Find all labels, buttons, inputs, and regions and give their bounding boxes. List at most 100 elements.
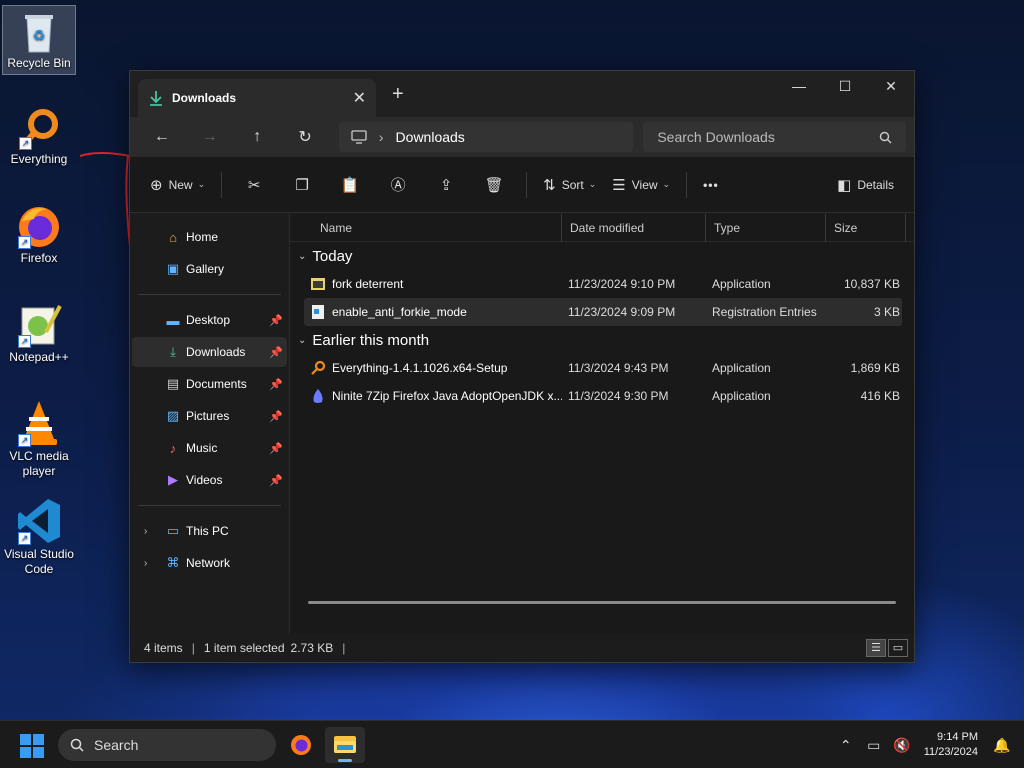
close-window-button[interactable]: ✕: [868, 71, 914, 103]
group-header-today[interactable]: ⌄ Today: [290, 242, 914, 270]
desktop-icon-recycle-bin[interactable]: ♻ Recycle Bin: [2, 5, 76, 75]
download-icon: [150, 91, 162, 106]
divider: [221, 171, 223, 198]
notification-bell-icon[interactable]: 🔔: [988, 737, 1016, 754]
refresh-icon[interactable]: ↻: [281, 127, 329, 147]
file-type: Application: [712, 277, 771, 291]
cut-button[interactable]: ✂: [230, 170, 278, 200]
breadcrumb-location[interactable]: Downloads: [396, 129, 465, 145]
nav-item-videos[interactable]: ▶ Videos 📌: [132, 465, 287, 495]
group-label: Today: [312, 247, 353, 265]
desktop-icon: ▬: [166, 312, 180, 328]
windows-logo-icon: [20, 747, 31, 758]
nav-item-documents[interactable]: ▤ Documents 📌: [132, 369, 287, 399]
nav-item-downloads[interactable]: ⤓ Downloads 📌: [132, 337, 287, 367]
maximize-button[interactable]: ☐: [822, 71, 868, 103]
volume-muted-icon[interactable]: 🔇: [888, 737, 916, 754]
nav-item-network[interactable]: › ⌘ Network: [132, 548, 287, 578]
desktop-icon-everything[interactable]: ↗ Everything: [2, 106, 76, 167]
clock[interactable]: 9:14 PM 11/23/2024: [924, 730, 978, 760]
table-row[interactable]: fork deterrent 11/23/2024 9:10 PM Applic…: [304, 270, 902, 298]
music-icon: ♪: [169, 440, 177, 456]
nav-item-label: Gallery: [186, 262, 225, 276]
group-label: Earlier this month: [312, 331, 430, 349]
rename-button[interactable]: Ⓐ: [374, 170, 422, 200]
chevron-right-icon[interactable]: ›: [144, 526, 147, 537]
navigation-bar: ← → ↑ ↻ › Downloads Search Downloads: [130, 117, 914, 157]
shortcut-arrow-icon: ↗: [18, 532, 31, 545]
paste-button[interactable]: 📋: [326, 170, 374, 200]
horizontal-scrollbar[interactable]: [308, 601, 896, 604]
details-view-icon[interactable]: ☰: [866, 639, 886, 657]
desktop-icon-notepadpp[interactable]: ↗ Notepad++: [2, 302, 76, 365]
file-name: enable_anti_forkie_mode: [332, 305, 467, 319]
share-icon: ⇪: [439, 176, 453, 194]
windows-logo-icon: [33, 747, 44, 758]
chevron-up-icon[interactable]: ⌃: [832, 737, 860, 754]
share-button[interactable]: ⇪: [422, 170, 470, 200]
taskbar-firefox[interactable]: [281, 727, 321, 763]
group-header-earlier-this-month[interactable]: ⌄ Earlier this month: [290, 326, 914, 354]
column-header-name[interactable]: Name: [290, 213, 562, 242]
nav-item-desktop[interactable]: ▬ Desktop 📌: [132, 305, 287, 335]
close-tab-icon[interactable]: ✕: [353, 88, 366, 108]
desktop-icon-label: Firefox: [20, 251, 58, 265]
table-row[interactable]: Everything-1.4.1.1026.x64-Setup 11/3/202…: [304, 354, 902, 382]
divider: |: [342, 641, 346, 655]
file-type: Registration Entries: [712, 305, 817, 319]
nav-item-gallery[interactable]: ▣ Gallery: [132, 254, 287, 284]
divider: [138, 294, 281, 295]
taskbar-search[interactable]: Search: [58, 729, 276, 761]
start-button[interactable]: [20, 734, 44, 758]
new-button[interactable]: ⊕ New ⌄: [142, 170, 213, 200]
chevron-right-icon[interactable]: ›: [144, 558, 147, 569]
back-arrow-icon[interactable]: ←: [138, 128, 186, 146]
nav-item-label: Documents: [186, 377, 247, 391]
desktop-icon-label: Notepad++: [9, 350, 69, 364]
desktop-icon-vlc[interactable]: ↗ VLC media player: [2, 399, 76, 479]
network-status-icon[interactable]: ▭: [860, 737, 888, 754]
everything-icon: [311, 360, 326, 375]
nav-item-label: This PC: [186, 524, 229, 538]
tab-downloads[interactable]: Downloads ✕: [138, 79, 376, 117]
copy-button[interactable]: ❐: [278, 170, 326, 200]
search-input[interactable]: Search Downloads: [643, 122, 906, 152]
desktop-icon-vscode[interactable]: ↗ Visual Studio Code: [2, 497, 76, 577]
nav-item-this-pc[interactable]: › ▭ This PC: [132, 516, 287, 546]
sort-button[interactable]: ⇅ Sort ⌄: [535, 170, 604, 200]
registry-icon: [312, 305, 324, 319]
more-options-button[interactable]: •••: [695, 170, 727, 200]
title-bar: Downloads ✕ + — ☐ ✕: [130, 71, 914, 117]
selection-size: 2.73 KB: [290, 641, 334, 655]
file-date: 11/23/2024 9:09 PM: [568, 305, 676, 319]
videos-icon: ▶: [168, 472, 178, 487]
up-arrow-icon[interactable]: ↑: [233, 128, 281, 146]
home-icon: ⌂: [169, 229, 177, 245]
divider: [686, 171, 688, 198]
file-date: 11/23/2024 9:10 PM: [568, 277, 676, 291]
windows-logo-icon: [20, 734, 31, 745]
monitor-icon: [351, 130, 367, 144]
table-row[interactable]: Ninite 7Zip Firefox Java AdoptOpenJDK x.…: [304, 382, 902, 410]
minimize-button[interactable]: —: [776, 71, 822, 103]
column-header-type[interactable]: Type: [706, 213, 826, 242]
nav-item-pictures[interactable]: ▨ Pictures 📌: [132, 401, 287, 431]
nav-item-music[interactable]: ♪ Music 📌: [132, 433, 287, 463]
taskbar-file-explorer[interactable]: [325, 727, 365, 763]
desktop-icon-label: Everything: [10, 152, 68, 166]
column-header-size[interactable]: Size: [826, 213, 906, 242]
delete-button[interactable]: 🗑: [470, 170, 518, 200]
nav-item-home[interactable]: ⌂ Home: [132, 222, 287, 252]
table-row[interactable]: enable_anti_forkie_mode 11/23/2024 9:09 …: [304, 298, 902, 326]
details-pane-button[interactable]: ◧ Details: [829, 170, 902, 200]
forward-arrow-icon[interactable]: →: [186, 128, 234, 146]
new-tab-button[interactable]: +: [392, 83, 404, 106]
view-button[interactable]: ☰ View ⌄: [604, 170, 678, 200]
desktop-icon-firefox[interactable]: ↗ Firefox: [2, 203, 76, 266]
command-bar: ⊕ New ⌄ ✂ ❐ 📋 Ⓐ ⇪ 🗑 ⇅ Sort ⌄ ☰ View ⌄ ••…: [130, 157, 914, 213]
system-tray: ⌃ ▭ 🔇 9:14 PM 11/23/2024 🔔: [832, 721, 1024, 768]
column-header-date[interactable]: Date modified: [562, 213, 706, 242]
tiles-view-icon[interactable]: ▭: [888, 639, 908, 657]
address-bar[interactable]: › Downloads: [338, 122, 634, 152]
file-name: fork deterrent: [332, 277, 404, 291]
